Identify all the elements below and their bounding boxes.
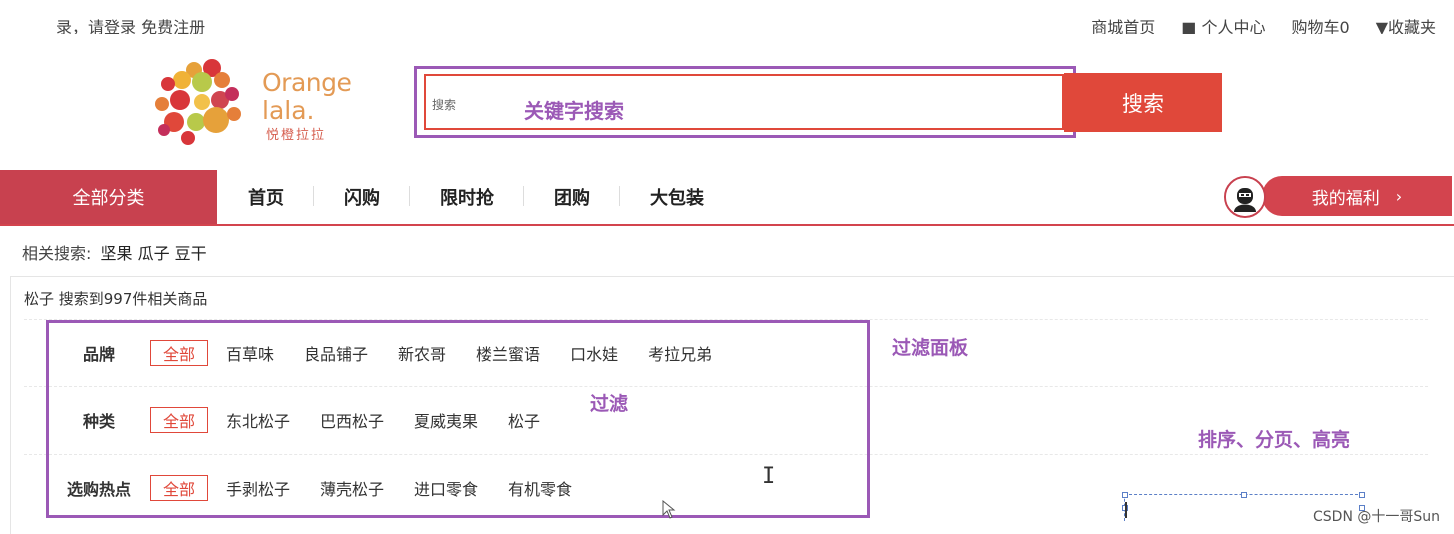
nav-underline bbox=[0, 224, 1454, 226]
nav-item-flash-sale[interactable]: 闪购 bbox=[314, 184, 410, 210]
filter-label: 品牌 bbox=[82, 345, 115, 364]
filter-label: 选购热点 bbox=[66, 480, 131, 499]
login-prompt[interactable]: 录，请登录 免费注册 bbox=[56, 14, 205, 34]
filter-all-button[interactable]: 全部 bbox=[150, 475, 208, 501]
nav-item-limited-time[interactable]: 限时抢 bbox=[410, 184, 524, 210]
watermark: CSDN @十一哥Sun bbox=[1313, 509, 1440, 525]
chevron-right-icon: › bbox=[1395, 186, 1403, 206]
filter-row-category: 种类 全部 东北松子 巴西松子 夏威夷果 松子 bbox=[48, 405, 570, 435]
filter-option[interactable]: 夏威夷果 bbox=[414, 408, 478, 432]
logo-text-orange: Orange bbox=[262, 68, 352, 97]
filter-option[interactable]: 东北松子 bbox=[226, 408, 290, 432]
filter-option[interactable]: 手剥松子 bbox=[226, 476, 290, 500]
search-input[interactable] bbox=[424, 74, 1064, 130]
filter-option[interactable]: 新农哥 bbox=[398, 341, 446, 365]
top-links: 商城首页 ■ 个人中心 购物车0 ▼收藏夹 bbox=[1091, 14, 1436, 34]
filter-option[interactable]: 巴西松子 bbox=[320, 408, 384, 432]
top-link-account[interactable]: ■ 个人中心 bbox=[1181, 14, 1265, 34]
keyword-search-annotation: 关键字搜索 bbox=[524, 99, 624, 123]
filter-option[interactable]: 良品铺子 bbox=[304, 341, 368, 365]
nav-item-big-pack[interactable]: 大包装 bbox=[620, 184, 734, 210]
user-avatar-icon bbox=[1226, 178, 1264, 216]
logo-dots-icon bbox=[155, 59, 241, 145]
search-placeholder: 搜索 bbox=[432, 98, 457, 112]
logo-text-lala: lala. bbox=[262, 96, 315, 125]
filter-row-hot-picks: 选购热点 全部 手剥松子 薄壳松子 进口零食 有机零食 bbox=[48, 473, 602, 503]
resize-handle[interactable] bbox=[1241, 492, 1247, 498]
top-link-cart[interactable]: 购物车0 bbox=[1292, 14, 1350, 34]
filter-row-brand: 品牌 全部 百草味 良品铺子 新农哥 楼兰蜜语 口水娃 考拉兄弟 bbox=[48, 338, 742, 368]
search-button[interactable]: 搜索 bbox=[1064, 73, 1222, 132]
main-nav: 首页 闪购 限时抢 团购 大包装 bbox=[218, 170, 734, 224]
related-search-keywords[interactable]: 坚果 瓜子 豆干 bbox=[101, 244, 207, 263]
mouse-pointer-icon bbox=[662, 500, 676, 519]
sort-page-highlight-annotation: 排序、分页、高亮 bbox=[1198, 429, 1351, 451]
filter-option[interactable]: 口水娃 bbox=[570, 341, 618, 365]
resize-handle[interactable] bbox=[1359, 492, 1365, 498]
filter-option[interactable]: 有机零食 bbox=[508, 476, 572, 500]
filter-option[interactable]: 松子 bbox=[508, 408, 540, 432]
my-welfare-button[interactable]: 我的福利 › bbox=[1262, 176, 1452, 216]
nav-item-group-buy[interactable]: 团购 bbox=[524, 184, 620, 210]
text-caret bbox=[1125, 502, 1127, 518]
result-count: 松子 搜索到997件相关商品 bbox=[24, 290, 208, 308]
site-logo[interactable]: Orange lala. 悦橙拉拉 bbox=[150, 56, 370, 152]
all-categories-button[interactable]: 全部分类 bbox=[0, 170, 217, 224]
filter-panel-annotation: 过滤面板 bbox=[892, 337, 969, 359]
top-link-home[interactable]: 商城首页 bbox=[1091, 14, 1155, 34]
my-welfare-label: 我的福利 bbox=[1311, 188, 1380, 209]
top-link-favorites[interactable]: ▼收藏夹 bbox=[1376, 14, 1436, 34]
filter-option[interactable]: 进口零食 bbox=[414, 476, 478, 500]
nav-item-home[interactable]: 首页 bbox=[218, 184, 314, 210]
avatar[interactable] bbox=[1224, 176, 1266, 218]
filter-all-button[interactable]: 全部 bbox=[150, 340, 208, 366]
filter-option[interactable]: 百草味 bbox=[226, 341, 274, 365]
text-cursor-icon: I bbox=[762, 464, 776, 489]
related-search: 相关搜索: 坚果 瓜子 豆干 bbox=[22, 240, 207, 264]
top-utility-bar: 录，请登录 免费注册 商城首页 ■ 个人中心 购物车0 ▼收藏夹 bbox=[0, 0, 1454, 34]
related-search-label: 相关搜索: bbox=[22, 244, 92, 263]
filter-option[interactable]: 考拉兄弟 bbox=[648, 341, 712, 365]
filter-annotation: 过滤 bbox=[590, 393, 629, 415]
filter-option[interactable]: 薄壳松子 bbox=[320, 476, 384, 500]
filter-label: 种类 bbox=[82, 412, 115, 431]
resize-handle[interactable] bbox=[1122, 492, 1128, 498]
filter-all-button[interactable]: 全部 bbox=[150, 407, 208, 433]
logo-text-chinese: 悦橙拉拉 bbox=[266, 128, 327, 143]
filter-option[interactable]: 楼兰蜜语 bbox=[476, 341, 540, 365]
